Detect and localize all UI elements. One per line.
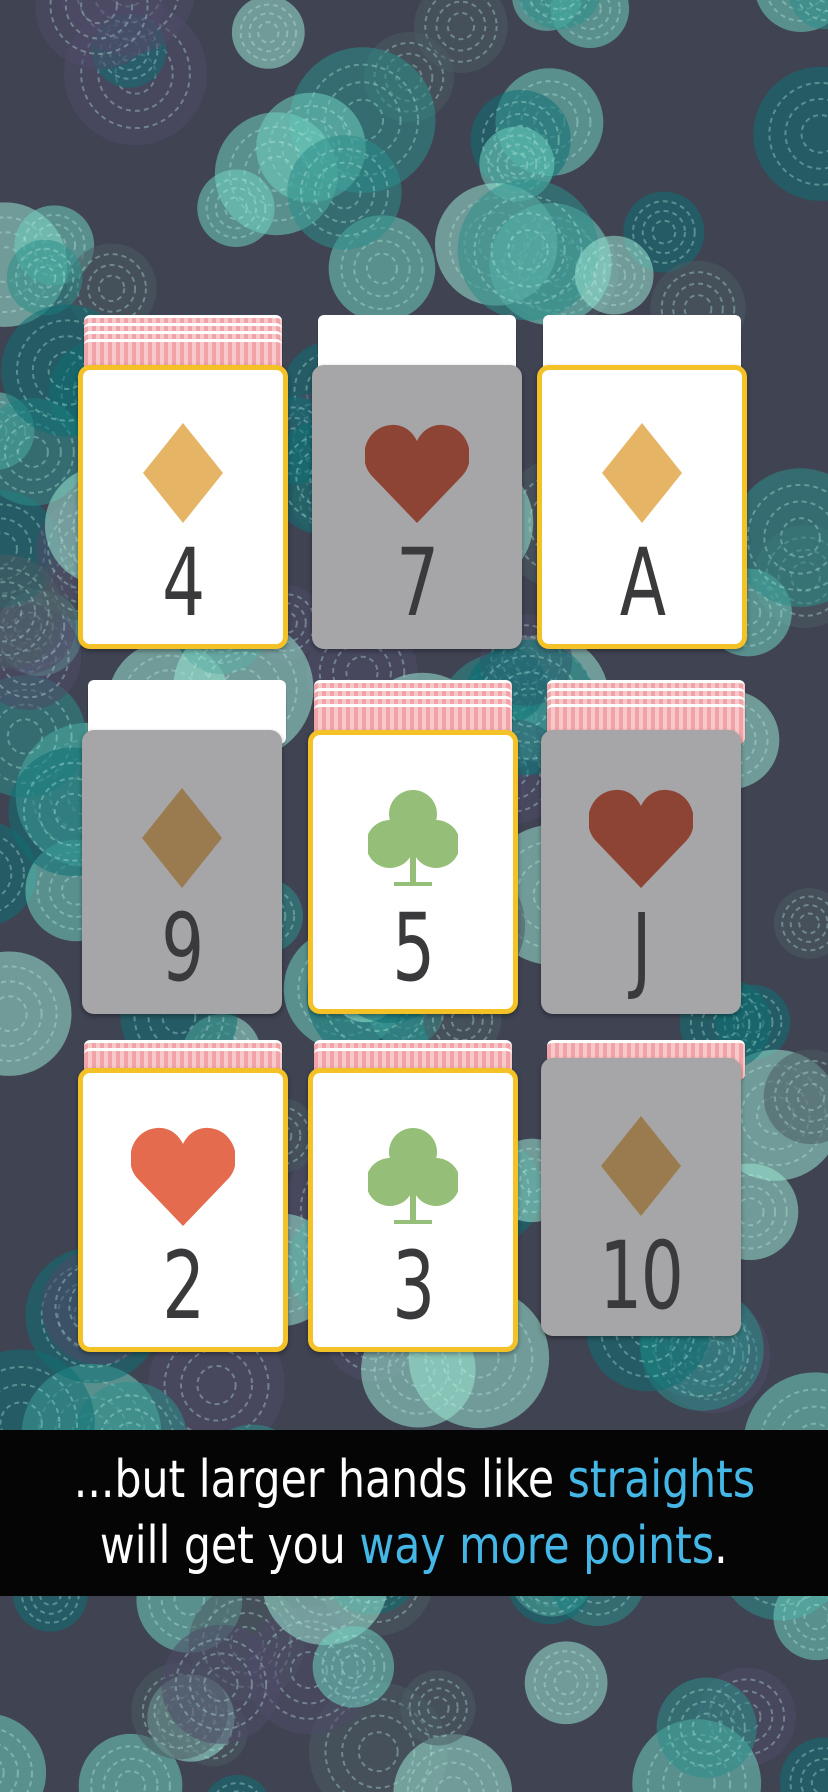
flower-motif <box>161 1624 281 1744</box>
diamond-icon <box>586 1111 696 1221</box>
caption-text: . <box>714 1516 728 1576</box>
diamond-icon <box>127 783 237 893</box>
card[interactable]: J <box>541 730 741 1014</box>
card[interactable]: 4 <box>78 365 288 649</box>
flower-motif <box>574 235 654 315</box>
card[interactable]: 10 <box>541 1058 741 1336</box>
card-stack-2[interactable]: 7 <box>312 315 522 649</box>
flower-motif <box>197 169 275 247</box>
card-stack-3[interactable]: A <box>537 315 747 649</box>
flower-motif <box>779 1737 828 1792</box>
card-stack-1[interactable]: 4 <box>78 315 288 649</box>
caption-text: will get you <box>100 1516 360 1576</box>
club-icon <box>358 783 468 893</box>
card-stack-9[interactable]: 10 <box>541 1040 751 1360</box>
flower-motif <box>400 1670 476 1746</box>
flower-motif <box>753 66 828 201</box>
heart-icon <box>586 783 696 893</box>
flower-motif <box>6 239 83 316</box>
club-icon <box>358 1121 468 1231</box>
flower-motif <box>312 1626 395 1708</box>
flower-motif <box>524 1641 608 1725</box>
diamond-icon <box>587 418 697 528</box>
card-rank: 3 <box>392 1232 435 1341</box>
flower-motif <box>0 1715 47 1792</box>
card-rank: 5 <box>392 894 435 1003</box>
flower-motif <box>207 1774 268 1792</box>
card-rank: 2 <box>162 1232 205 1341</box>
card-rank: 10 <box>599 1222 684 1331</box>
card-rank: 9 <box>161 894 204 1003</box>
card[interactable]: 5 <box>308 730 518 1014</box>
flower-motif <box>457 179 599 321</box>
card-stack-6[interactable]: J <box>541 680 751 1014</box>
card-rank: A <box>619 529 666 638</box>
caption-line-1: ...but larger hands like straights <box>73 1447 754 1513</box>
card-stack-7[interactable]: 2 <box>78 1040 288 1360</box>
caption-text: ...but larger hands like <box>73 1450 568 1510</box>
flower-motif <box>0 951 72 1076</box>
card[interactable]: A <box>537 365 747 649</box>
tutorial-caption-banner: ...but larger hands like straights will … <box>0 1430 828 1596</box>
card[interactable]: 7 <box>312 365 522 649</box>
flower-motif <box>231 0 305 69</box>
caption-line-2: will get you way more points. <box>100 1513 728 1579</box>
card[interactable]: 3 <box>308 1068 518 1352</box>
heart-icon <box>362 418 472 528</box>
flower-motif <box>656 1677 757 1778</box>
card-stack-5[interactable]: 5 <box>308 680 518 1014</box>
caption-highlight: straights <box>567 1450 755 1510</box>
card-rank: 4 <box>162 529 205 638</box>
card-rank: J <box>631 894 652 1003</box>
card-stack-8[interactable]: 3 <box>308 1040 518 1360</box>
card-rank: 7 <box>396 529 439 638</box>
diamond-icon <box>128 418 238 528</box>
flower-motif <box>773 888 828 959</box>
card-stack-4[interactable]: 9 <box>82 680 292 1014</box>
heart-icon <box>128 1121 238 1231</box>
flower-motif <box>287 135 402 250</box>
card[interactable]: 2 <box>78 1068 288 1352</box>
caption-highlight: way more points <box>359 1516 715 1576</box>
card[interactable]: 9 <box>82 730 282 1014</box>
